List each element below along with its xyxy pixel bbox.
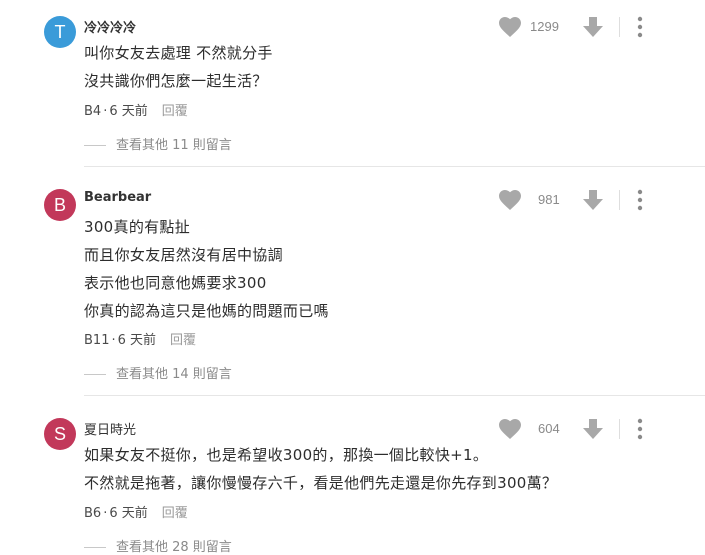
reply-button[interactable]: 回覆 — [162, 104, 188, 119]
separator: · — [103, 506, 108, 521]
like-count: 604 — [538, 421, 560, 436]
more-vertical-icon[interactable] — [630, 189, 650, 211]
dash-line — [84, 547, 106, 548]
floor-label[interactable]: B11 — [84, 333, 109, 348]
more-vertical-icon[interactable] — [630, 16, 650, 38]
comment-text-line: 沒共識你們怎麼一起生活？ — [84, 72, 268, 90]
reply-button[interactable]: 回覆 — [170, 333, 196, 348]
dash-line — [84, 145, 106, 146]
arrow-down-icon[interactable] — [582, 16, 604, 38]
comment-text-line: 表示他也同意他媽要求300 — [84, 274, 267, 292]
floor-label[interactable]: B6 — [84, 506, 101, 521]
comment-divider — [84, 395, 705, 396]
avatar[interactable]: T — [44, 16, 76, 48]
avatar[interactable]: B — [44, 189, 76, 221]
comment-divider — [84, 166, 705, 167]
more-vertical-icon[interactable] — [630, 418, 650, 440]
view-more-label[interactable]: 查看其他 28 則留言 — [116, 540, 232, 555]
comment-text-line: 而且你女友居然沒有居中協調 — [84, 246, 283, 264]
separator: · — [111, 333, 116, 348]
timestamp: 6 天前 — [109, 506, 148, 521]
comment-text-line: 不然就是拖著，讓你慢慢存六千，看是他們先走還是你先存到300萬？ — [84, 474, 558, 492]
comment-text-line: 300真的有點扯 — [84, 218, 191, 236]
reply-button[interactable]: 回覆 — [162, 506, 188, 521]
like-count: 1299 — [530, 19, 559, 34]
heart-icon[interactable] — [498, 16, 522, 38]
comment-meta: B4 · 6 天前 回覆 — [84, 100, 188, 119]
divider — [619, 190, 620, 210]
floor-label[interactable]: B4 — [84, 104, 101, 119]
comment-meta: B6 · 6 天前 回覆 — [84, 502, 188, 521]
like-count: 981 — [538, 192, 560, 207]
view-more-replies[interactable]: 查看其他 14 則留言 — [84, 363, 232, 382]
heart-icon[interactable] — [498, 189, 522, 211]
comment-meta: B11 · 6 天前 回覆 — [84, 329, 196, 348]
view-more-replies[interactable]: 查看其他 11 則留言 — [84, 134, 232, 153]
author-name[interactable]: 夏日時光 — [84, 419, 136, 438]
heart-icon[interactable] — [498, 418, 522, 440]
arrow-down-icon[interactable] — [582, 189, 604, 211]
comment-text-line: 叫你女友去處理 不然就分手 — [84, 44, 273, 62]
author-name[interactable]: Bearbear — [84, 190, 151, 205]
view-more-label[interactable]: 查看其他 14 則留言 — [116, 367, 232, 382]
timestamp: 6 天前 — [117, 333, 157, 348]
timestamp: 6 天前 — [109, 104, 148, 119]
view-more-replies[interactable]: 查看其他 28 則留言 — [84, 536, 232, 555]
view-more-label[interactable]: 查看其他 11 則留言 — [116, 138, 232, 153]
avatar[interactable]: S — [44, 418, 76, 450]
separator: · — [103, 104, 108, 119]
comment-text-line: 如果女友不挺你，也是希望收300的，那換一個比較快+1。 — [84, 446, 489, 464]
author-name[interactable]: 冷冷冷冷 — [84, 17, 136, 36]
comment-text-line: 你真的認為這只是他媽的問題而已嗎 — [84, 302, 329, 320]
arrow-down-icon[interactable] — [582, 418, 604, 440]
divider — [619, 419, 620, 439]
dash-line — [84, 374, 106, 375]
divider — [619, 17, 620, 37]
